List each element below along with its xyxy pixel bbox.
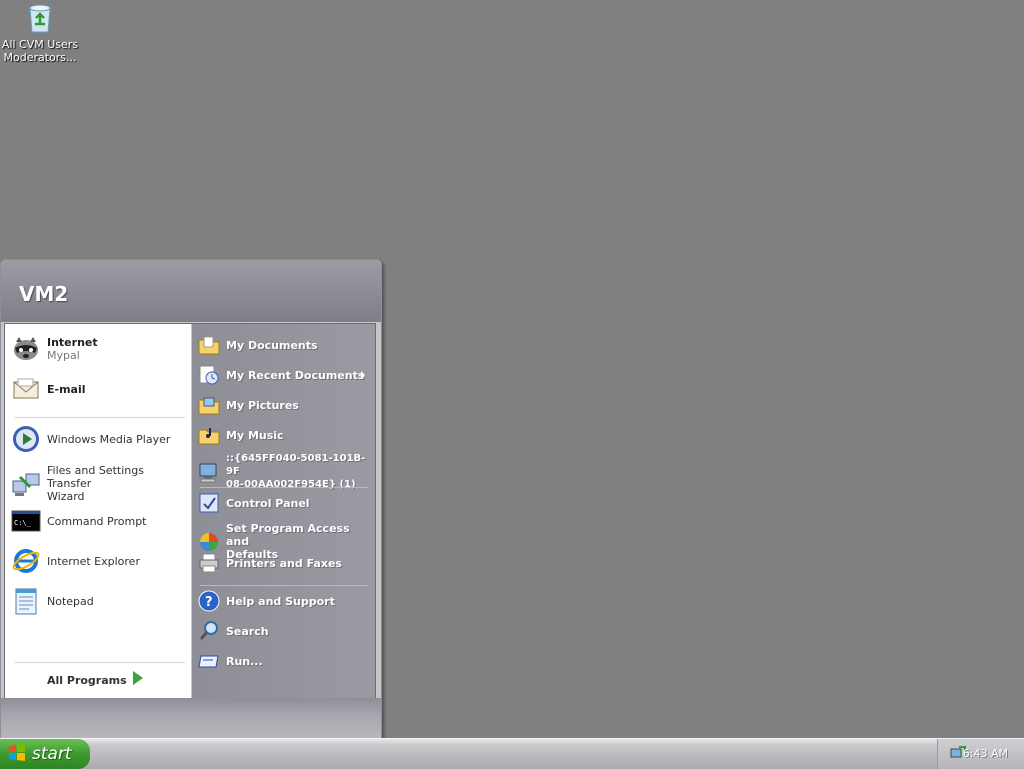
envelope-icon — [11, 374, 41, 404]
program-access-icon — [198, 531, 220, 553]
settings-label: Control Panel — [226, 496, 310, 510]
recent-command-prompt[interactable]: C:\_ Command Prompt — [11, 506, 187, 536]
system-tray: 6:43 AM — [937, 739, 1024, 769]
place-computer-clsid[interactable]: ::{645FF040-5081-101B-9F 08-00AA002F954E… — [198, 452, 373, 491]
tools-label: Help and Support — [226, 594, 335, 608]
printer-icon — [198, 552, 220, 574]
svg-text:?: ? — [205, 595, 213, 610]
pinned-sublabel: Mypal — [47, 349, 80, 362]
pinned-email[interactable]: E-mail — [11, 374, 187, 404]
all-programs-label: All Programs — [47, 674, 127, 687]
tools-label: Search — [226, 624, 269, 638]
run-icon — [198, 650, 220, 672]
notepad-icon — [11, 586, 41, 616]
place-label-line2: 08-00AA002F954E} (1) — [226, 479, 356, 490]
place-label: ::{645FF040-5081-101B-9F — [226, 453, 366, 477]
transfer-wizard-icon — [11, 469, 41, 499]
place-my-music[interactable]: My Music — [198, 424, 373, 446]
all-programs-button[interactable]: All Programs — [5, 664, 191, 694]
settings-label: Printers and Faxes — [226, 556, 342, 570]
divider — [15, 662, 185, 663]
divider — [200, 487, 368, 488]
divider — [200, 585, 368, 586]
recent-windows-media-player[interactable]: Windows Media Player — [11, 424, 187, 454]
recent-documents-icon — [198, 364, 220, 386]
user-name: VM2 — [19, 282, 69, 306]
folder-documents-icon — [198, 334, 220, 356]
recent-label: Files and Settings Transfer — [47, 464, 144, 490]
command-prompt-icon: C:\_ — [11, 506, 41, 536]
place-label: My Music — [226, 428, 284, 442]
desktop-icon-label: All CVM Users Moderators... — [1, 38, 79, 64]
start-label: start — [32, 744, 72, 764]
recent-notepad[interactable]: Notepad — [11, 586, 187, 616]
tools-run[interactable]: Run... — [198, 650, 373, 672]
windows-logo-icon — [8, 743, 26, 765]
place-my-recent-documents[interactable]: My Recent Documents — [198, 364, 373, 386]
internet-explorer-icon — [11, 546, 41, 576]
svg-text:C:\_: C:\_ — [14, 519, 32, 527]
recent-label: Windows Media Player — [47, 432, 171, 446]
folder-pictures-icon — [198, 394, 220, 416]
media-player-icon — [11, 424, 41, 454]
submenu-arrow-icon — [361, 371, 365, 379]
pinned-label: Internet — [47, 336, 98, 349]
divider — [15, 417, 185, 418]
recent-internet-explorer[interactable]: Internet Explorer — [11, 546, 187, 576]
place-label: My Pictures — [226, 398, 299, 412]
start-menu-left-pane: Internet Mypal E-mail Windows Media Play… — [5, 324, 191, 699]
recent-label: Command Prompt — [47, 514, 147, 528]
green-arrow-icon — [133, 671, 143, 685]
tools-search[interactable]: Search — [198, 620, 373, 642]
place-my-pictures[interactable]: My Pictures — [198, 394, 373, 416]
start-menu-body: Internet Mypal E-mail Windows Media Play… — [4, 323, 376, 700]
taskbar: start 6:43 AM — [0, 738, 1024, 769]
tools-help-support[interactable]: ? Help and Support — [198, 590, 373, 612]
recent-label: Notepad — [47, 594, 94, 608]
place-my-documents[interactable]: My Documents — [198, 334, 373, 356]
recent-files-settings-transfer[interactable]: Files and Settings Transfer Wizard — [11, 464, 187, 503]
start-menu-header: VM2 — [1, 260, 381, 322]
folder-music-icon — [198, 424, 220, 446]
settings-label: Set Program Access and — [226, 522, 350, 548]
tools-label: Run... — [226, 654, 263, 668]
start-button[interactable]: start — [0, 739, 90, 769]
help-icon: ? — [198, 590, 220, 612]
computer-icon — [198, 461, 220, 483]
control-panel-icon — [198, 492, 220, 514]
recent-label: Internet Explorer — [47, 554, 140, 568]
place-label: My Documents — [226, 338, 318, 352]
recent-label-line2: Wizard — [47, 490, 85, 503]
start-menu: VM2 Internet Mypal E-mail Windows Media … — [0, 259, 382, 740]
settings-control-panel[interactable]: Control Panel — [198, 492, 373, 514]
start-menu-right-pane: My Documents My Recent Documents My Pict… — [192, 324, 375, 699]
clock[interactable]: 6:43 AM — [963, 747, 1008, 760]
settings-printers-faxes[interactable]: Printers and Faxes — [198, 552, 373, 574]
recycle-folder-icon — [24, 2, 56, 34]
place-label: My Recent Documents — [226, 368, 365, 382]
search-icon — [198, 620, 220, 642]
pinned-label: E-mail — [47, 382, 86, 396]
desktop-icon-cvm-users[interactable]: All CVM Users Moderators... — [0, 0, 80, 64]
raccoon-browser-icon — [11, 334, 41, 364]
start-menu-footer — [1, 698, 381, 739]
pinned-internet-mypal[interactable]: Internet Mypal — [11, 334, 187, 364]
